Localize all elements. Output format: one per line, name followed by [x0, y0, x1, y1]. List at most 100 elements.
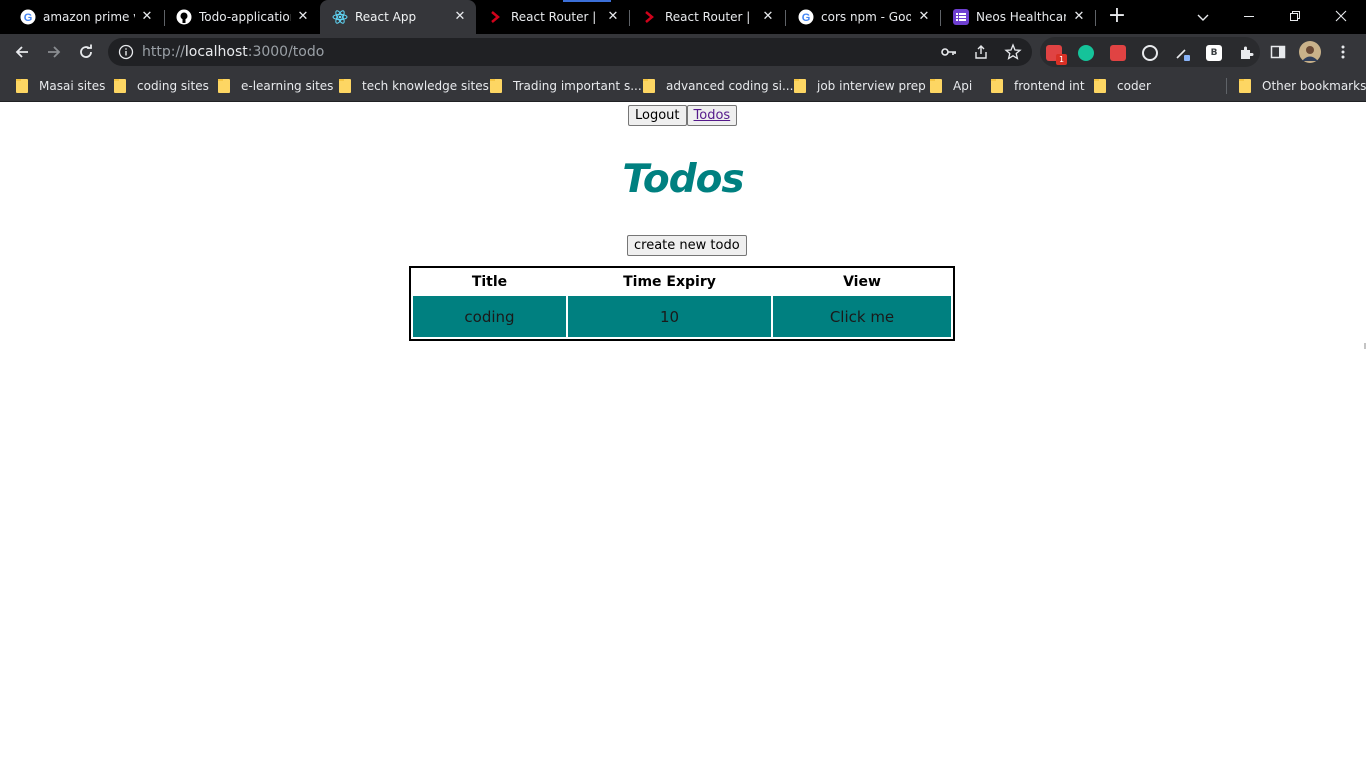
svg-text:G: G: [802, 12, 811, 24]
bookmark-label: Other bookmarks: [1262, 79, 1366, 93]
tab-react-router-install[interactable]: React Router | Ins ✕: [630, 0, 784, 34]
todos-nav-button[interactable]: Todos: [686, 105, 738, 126]
folder-icon: [1239, 79, 1251, 93]
kebab-menu-icon[interactable]: [1331, 40, 1355, 64]
eyedropper-icon[interactable]: [1174, 45, 1190, 61]
bookmark-label: frontend int: [1014, 79, 1085, 93]
todo-title-cell: coding: [413, 296, 566, 337]
extensions-puzzle-icon[interactable]: [1238, 45, 1254, 61]
close-window-icon[interactable]: [1318, 0, 1364, 32]
folder-icon: [794, 79, 806, 93]
tab-amazon-prime[interactable]: G amazon prime vid ✕: [8, 0, 163, 34]
bookmark-folder[interactable]: Trading important s...: [490, 77, 642, 95]
url-scheme: http://: [142, 44, 185, 60]
bookmarks-separator: [1226, 78, 1227, 94]
react-router-icon: [642, 9, 658, 25]
folder-icon: [1094, 79, 1106, 93]
tab-todo-application[interactable]: Todo-application ✕: [164, 0, 319, 34]
url-host: localhost: [184, 44, 248, 60]
svg-text:G: G: [24, 12, 33, 24]
bookmark-label: job interview prep: [817, 79, 926, 93]
bookmark-label: advanced coding si...: [666, 79, 794, 93]
reload-icon[interactable]: [74, 40, 98, 64]
bookmark-folder[interactable]: Api: [930, 77, 972, 95]
github-icon: [176, 9, 192, 25]
bookmark-folder[interactable]: coder: [1094, 77, 1151, 95]
bookmark-folder[interactable]: frontend int: [991, 77, 1085, 95]
close-tab-icon[interactable]: ✕: [605, 9, 621, 25]
react-router-icon: [488, 9, 504, 25]
tab-react-app[interactable]: React App ✕: [320, 0, 476, 34]
key-icon[interactable]: [940, 43, 958, 61]
tab-title: React Router | Ins: [665, 10, 755, 24]
site-info-icon[interactable]: [118, 44, 134, 60]
share-icon[interactable]: [972, 43, 990, 61]
folder-icon: [991, 79, 1003, 93]
address-bar[interactable]: http://localhost:3000/todo: [108, 38, 1032, 66]
purple-list-icon: [953, 9, 969, 25]
bookmark-folder[interactable]: Masai sites: [16, 77, 105, 95]
url-text[interactable]: http://localhost:3000/todo: [142, 44, 324, 60]
app-nav: Logout Todos: [628, 105, 738, 126]
close-tab-icon[interactable]: ✕: [760, 9, 776, 25]
folder-icon: [643, 79, 655, 93]
bookmark-folder[interactable]: job interview prep: [794, 77, 926, 95]
google-g-icon: G: [20, 9, 36, 25]
profile-avatar[interactable]: [1298, 40, 1322, 64]
tab-cors-npm[interactable]: G cors npm - Goog ✕: [786, 0, 940, 34]
page-title: Todos: [622, 157, 744, 202]
minimize-window-icon[interactable]: [1226, 0, 1272, 32]
bookmark-star-icon[interactable]: [1004, 43, 1022, 61]
tab-title: Neos Healthcare: [976, 10, 1066, 24]
grammarly-icon[interactable]: [1078, 45, 1094, 61]
other-bookmarks-folder[interactable]: Other bookmarks: [1239, 77, 1366, 95]
folder-icon: [114, 79, 126, 93]
column-header-view: View: [773, 270, 951, 294]
extension-b-icon[interactable]: B: [1206, 45, 1222, 61]
forward-arrow-icon[interactable]: [42, 40, 66, 64]
column-header-time-expiry: Time Expiry: [568, 270, 771, 294]
new-tab-plus-icon[interactable]: +: [1106, 5, 1128, 28]
tab-react-router-navigation[interactable]: React Router | Na ✕: [476, 0, 629, 34]
bookmark-folder[interactable]: advanced coding si...: [643, 77, 793, 95]
close-tab-icon[interactable]: ✕: [295, 9, 311, 25]
close-tab-icon[interactable]: ✕: [139, 9, 155, 25]
restore-window-icon[interactable]: [1272, 0, 1318, 32]
back-arrow-icon[interactable]: [10, 40, 34, 64]
bookmark-label: Trading important s...: [513, 79, 642, 93]
google-g-icon: G: [798, 9, 814, 25]
bookmark-label: Masai sites: [39, 79, 106, 93]
extension-puzzle-red-icon[interactable]: [1110, 45, 1126, 61]
folder-icon: [490, 79, 502, 93]
table-header-row: Title Time Expiry View: [413, 270, 951, 294]
react-icon: [332, 9, 348, 25]
bookmark-folder[interactable]: e-learning sites: [218, 77, 333, 95]
page-content: Logout Todos Todos create new todo Title…: [0, 103, 1366, 768]
tab-title: amazon prime vid: [43, 10, 135, 24]
close-tab-icon[interactable]: ✕: [916, 9, 932, 25]
browser-toolbar: http://localhost:3000/todo 1 B: [0, 34, 1366, 70]
tab-title: React App: [355, 10, 417, 24]
side-panel-icon[interactable]: [1266, 40, 1290, 64]
bookmark-folder[interactable]: coding sites: [114, 77, 209, 95]
table-row: coding 10 Click me: [413, 296, 951, 337]
bookmark-label: Api: [953, 79, 973, 93]
extension-target-icon[interactable]: [1142, 45, 1158, 61]
bookmarks-bar: Masai sites coding sites e-learning site…: [0, 70, 1366, 102]
todo-view-cell[interactable]: Click me: [773, 296, 951, 337]
folder-icon: [930, 79, 942, 93]
todos-link[interactable]: Todos: [694, 108, 731, 123]
bookmark-label: coding sites: [137, 79, 209, 93]
column-header-title: Title: [413, 270, 566, 294]
bookmark-folder[interactable]: tech knowledge sites: [339, 77, 489, 95]
tab-strip: G amazon prime vid ✕ Todo-application ✕ …: [0, 0, 1366, 34]
logout-button[interactable]: Logout: [628, 105, 687, 126]
chevron-down-icon[interactable]: [1194, 8, 1212, 26]
bookmark-label: e-learning sites: [241, 79, 334, 93]
extensions-area: 1 B: [1040, 37, 1260, 67]
create-new-todo-button[interactable]: create new todo: [627, 235, 747, 256]
todo-table: Title Time Expiry View coding 10 Click m…: [409, 266, 955, 341]
tab-neos-healthcare[interactable]: Neos Healthcare ✕: [941, 0, 1095, 34]
close-tab-icon[interactable]: ✕: [452, 9, 468, 25]
close-tab-icon[interactable]: ✕: [1071, 9, 1087, 25]
